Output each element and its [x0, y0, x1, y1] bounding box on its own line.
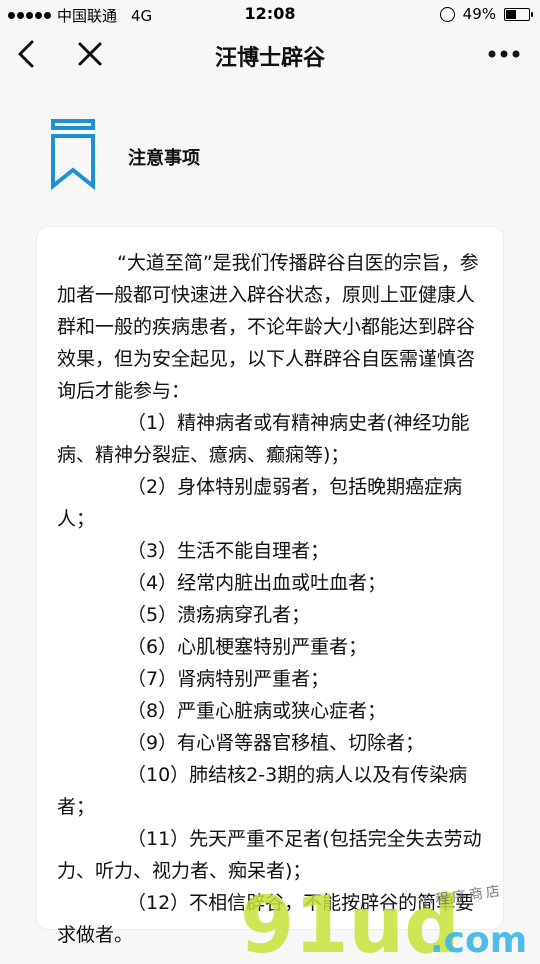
list-item: （3）生活不能自理者；	[127, 540, 330, 562]
list-item: （1）精神病者或有精神病史者(神经功能病、精神分裂症、癔病、癫痫等)；	[57, 412, 470, 466]
list-item: （9）有心肾等器官移植、切除者；	[127, 732, 425, 754]
more-dots-icon	[488, 50, 520, 58]
list-item: （11）先天严重不足者(包括完全失去劳动力、听力、视力者、痴呆者)；	[57, 828, 482, 882]
page-title: 汪博士辟谷	[214, 46, 325, 71]
more-button[interactable]	[484, 38, 524, 70]
battery-icon	[504, 7, 533, 21]
list-item: （12）不相信辟谷，不能按辟谷的简单要求做者。	[57, 892, 475, 946]
bookmark-icon	[51, 119, 95, 190]
list-item: （8）严重心脏病或狭心症者；	[127, 700, 387, 722]
notice-content: “大道至简”是我们传播辟谷自医的宗旨，参加者一般都可快速进入辟谷状态，原则上亚健…	[37, 227, 503, 951]
nav-bar: 汪博士辟谷	[0, 28, 540, 80]
section-title: 注意事项	[128, 148, 200, 169]
notice-card: “大道至简”是我们传播辟谷自医的宗旨，参加者一般都可快速进入辟谷状态，原则上亚健…	[36, 226, 504, 946]
list-item: （6）心肌梗塞特别严重者；	[127, 636, 368, 658]
list-item: （7）肾病特别严重者；	[127, 668, 330, 690]
list-item: （10）肺结核2-3期的病人以及有传染病者；	[57, 764, 468, 818]
list-item: （2）身体特别虚弱者，包括晚期癌症病人；	[57, 476, 463, 530]
status-bar: 中国联通 4G 12:08 49%	[0, 0, 540, 28]
rotation-lock-icon	[439, 6, 455, 22]
list-item: （4）经常内脏出血或吐血者；	[127, 572, 387, 594]
list-item: （5）溃疡病穿孔者；	[127, 604, 311, 626]
battery-level	[506, 9, 517, 19]
status-right: 49%	[439, 5, 533, 23]
intro-paragraph: “大道至简”是我们传播辟谷自医的宗旨，参加者一般都可快速进入辟谷状态，原则上亚健…	[57, 252, 479, 402]
battery-percent: 49%	[462, 5, 496, 23]
